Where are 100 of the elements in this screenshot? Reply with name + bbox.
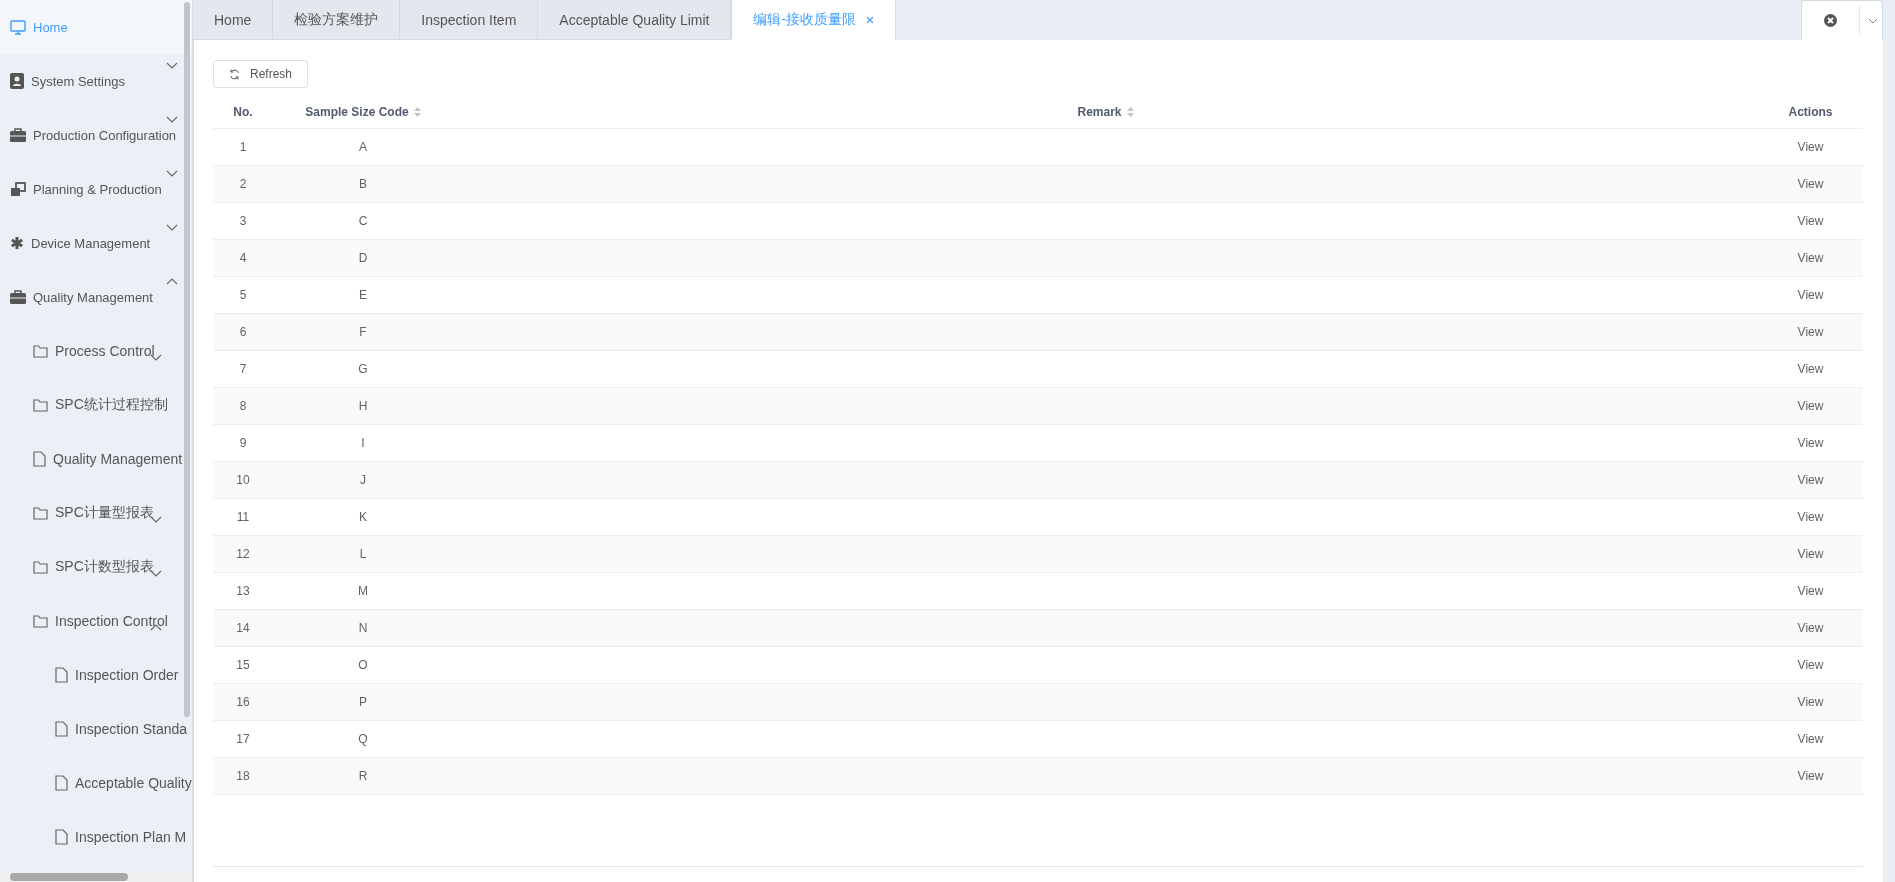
- document-icon: [55, 775, 68, 791]
- table-cell: I: [361, 436, 365, 450]
- column-header: Sample Size Code: [305, 105, 409, 119]
- view-link[interactable]: View: [1797, 436, 1824, 450]
- tab[interactable]: Acceptable Quality Limit: [538, 0, 732, 40]
- asterisk-icon: [10, 236, 24, 250]
- table-cell: 16: [236, 695, 250, 709]
- table-cell: A: [359, 140, 367, 154]
- close-all-icon[interactable]: [1824, 14, 1837, 27]
- tab[interactable]: Inspection Item: [400, 0, 539, 40]
- table-cell: 3: [239, 214, 247, 228]
- sort-icon[interactable]: [413, 107, 421, 117]
- table-cell: 13: [236, 584, 250, 598]
- refresh-icon: [229, 68, 240, 80]
- refresh-button[interactable]: Refresh: [213, 60, 309, 88]
- table-cell: 14: [236, 621, 250, 635]
- table-cell: P: [359, 695, 367, 709]
- tab[interactable]: 检验方案维护: [273, 0, 401, 40]
- menu-item[interactable]: SPC计数型报表: [0, 540, 192, 594]
- view-link[interactable]: View: [1797, 177, 1824, 191]
- briefcase-icon: [10, 290, 26, 304]
- table-cell: 11: [236, 510, 250, 524]
- folder-icon: [33, 560, 48, 574]
- table-cell: 7: [239, 362, 247, 376]
- table-cell: R: [358, 769, 368, 783]
- table-cell: F: [359, 325, 367, 339]
- table-cell: J: [360, 473, 366, 487]
- folder-icon: [33, 398, 48, 412]
- table-cell: B: [359, 177, 367, 191]
- column-header: Actions: [1788, 105, 1833, 119]
- view-link[interactable]: View: [1797, 547, 1824, 561]
- menu-item[interactable]: Process Control: [0, 324, 192, 378]
- view-link[interactable]: View: [1797, 769, 1824, 783]
- table-cell: 1: [239, 140, 247, 154]
- menu-item[interactable]: Inspection Order: [0, 648, 192, 702]
- table-cell: 15: [236, 658, 250, 672]
- view-link[interactable]: View: [1797, 399, 1824, 413]
- view-link[interactable]: View: [1797, 658, 1824, 672]
- table-cell: G: [358, 362, 368, 376]
- view-link[interactable]: View: [1797, 251, 1824, 265]
- table-cell: 4: [239, 251, 247, 265]
- table-cell: O: [358, 658, 368, 672]
- view-link[interactable]: View: [1797, 695, 1824, 709]
- table-cell: 9: [239, 436, 247, 450]
- document-icon: [55, 829, 68, 845]
- document-icon: [55, 721, 68, 737]
- table-cell: K: [359, 510, 367, 524]
- table-cell: E: [359, 288, 367, 302]
- view-link[interactable]: View: [1797, 325, 1824, 339]
- menu-item[interactable]: Planning & Production: [0, 162, 192, 216]
- sort-icon[interactable]: [1126, 107, 1134, 117]
- menu-item[interactable]: System Settings: [0, 54, 192, 108]
- table-cell: H: [358, 399, 368, 413]
- menu-item[interactable]: Quality Management: [0, 270, 192, 324]
- menu-item[interactable]: Inspection Control: [0, 594, 192, 648]
- vertical-scrollbar[interactable]: [184, 2, 190, 717]
- column-header: No.: [233, 105, 253, 119]
- close-icon[interactable]: [866, 15, 875, 24]
- folder-icon: [33, 344, 48, 358]
- monitor-icon: [10, 19, 26, 35]
- menu-item[interactable]: SPC统计过程控制: [0, 378, 192, 432]
- menu-item[interactable]: Inspection Plan M: [0, 810, 192, 864]
- table-cell: N: [358, 621, 368, 635]
- view-link[interactable]: View: [1797, 140, 1824, 154]
- table-cell: D: [358, 251, 368, 265]
- table-cell: 2: [239, 177, 247, 191]
- table-cell: Q: [358, 732, 368, 746]
- view-link[interactable]: View: [1797, 621, 1824, 635]
- view-link[interactable]: View: [1797, 362, 1824, 376]
- menu-item[interactable]: Inspection Standa: [0, 702, 192, 756]
- menu-item[interactable]: Production Configuration: [0, 108, 192, 162]
- table-cell: L: [359, 547, 367, 561]
- contact-book-icon: [10, 73, 24, 89]
- table-cell: M: [358, 584, 368, 598]
- dropdown-icon[interactable]: [1859, 5, 1878, 36]
- view-link[interactable]: View: [1797, 473, 1824, 487]
- horizontal-scrollbar[interactable]: [0, 872, 192, 882]
- table-cell: 12: [236, 547, 250, 561]
- table-cell: 17: [236, 732, 250, 746]
- table-cell: 6: [239, 325, 247, 339]
- menu-item[interactable]: SPC计量型报表: [0, 486, 192, 540]
- view-link[interactable]: View: [1797, 214, 1824, 228]
- view-link[interactable]: View: [1797, 584, 1824, 598]
- view-link[interactable]: View: [1797, 732, 1824, 746]
- table-cell: 8: [239, 399, 247, 413]
- menu-item[interactable]: Device Management: [0, 216, 192, 270]
- table-cell: 5: [239, 288, 247, 302]
- menu-item[interactable]: Quality Management: [0, 432, 192, 486]
- document-icon: [55, 667, 68, 683]
- folder-icon: [33, 614, 48, 628]
- tab[interactable]: Home: [193, 0, 274, 40]
- briefcase-icon: [10, 128, 26, 142]
- menu-item[interactable]: Acceptable Quality: [0, 756, 192, 810]
- document-icon: [33, 451, 46, 467]
- folder-icon: [33, 506, 48, 520]
- table-cell: 10: [236, 473, 250, 487]
- view-link[interactable]: View: [1797, 288, 1824, 302]
- table-cell: 18: [236, 769, 250, 783]
- column-header: Remark: [1077, 105, 1122, 119]
- view-link[interactable]: View: [1797, 510, 1824, 524]
